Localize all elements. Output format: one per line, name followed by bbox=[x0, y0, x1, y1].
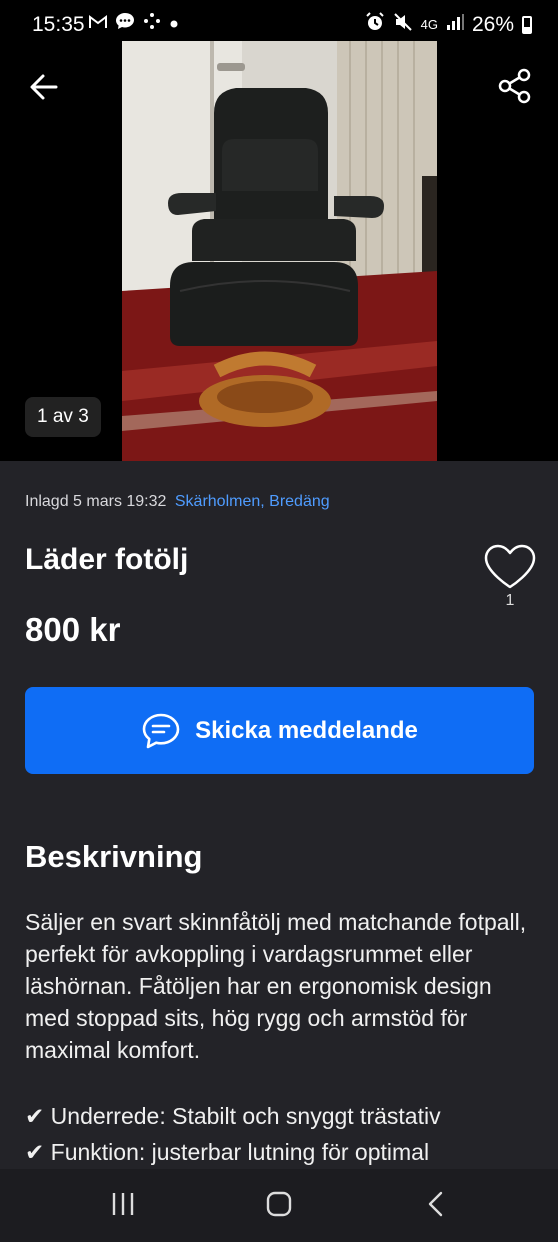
send-message-button[interactable]: Skicka meddelande bbox=[25, 687, 534, 774]
favorite-button[interactable] bbox=[483, 543, 537, 591]
listing-photo[interactable] bbox=[122, 41, 437, 461]
arrow-left-icon bbox=[30, 74, 58, 100]
share-button[interactable] bbox=[496, 67, 534, 105]
image-counter: 1 av 3 bbox=[25, 397, 101, 437]
feature-list: ✔ Underrede: Stabilt och snyggt trästati… bbox=[25, 1098, 550, 1169]
chat-bubble-icon bbox=[115, 12, 135, 36]
battery-icon bbox=[522, 15, 532, 34]
alarm-icon bbox=[365, 12, 385, 37]
battery-percent: 26% bbox=[471, 12, 514, 36]
share-icon bbox=[498, 68, 531, 104]
description-heading: Beskrivning bbox=[25, 839, 203, 874]
home-icon bbox=[266, 1191, 292, 1217]
dot-icon bbox=[169, 13, 179, 35]
description-text: Säljer en svart skinnfåtölj med matchand… bbox=[25, 909, 527, 1063]
send-message-label: Skicka meddelande bbox=[195, 716, 418, 744]
posted-date: Inlagd 5 mars 19:32 bbox=[25, 493, 167, 510]
system-icons: 4G 26% bbox=[365, 12, 532, 37]
home-button[interactable] bbox=[266, 1191, 292, 1217]
heart-icon bbox=[484, 544, 536, 589]
recent-apps-button[interactable] bbox=[110, 1191, 136, 1217]
system-nav-bar bbox=[0, 1169, 558, 1242]
location-link[interactable]: Skärholmen, Bredäng bbox=[175, 493, 330, 510]
signal-icon bbox=[446, 13, 464, 36]
system-back-button[interactable] bbox=[425, 1191, 447, 1217]
listing-price: 800 kr bbox=[25, 611, 121, 648]
listing-title: Läder fotölj bbox=[25, 543, 189, 576]
notification-icons bbox=[89, 12, 179, 36]
network-type: 4G bbox=[420, 17, 438, 32]
favorite-count: 1 bbox=[505, 592, 515, 609]
message-bubble-icon bbox=[142, 713, 180, 748]
feature-item: ✔ Underrede: Stabilt och snyggt trästati… bbox=[25, 1103, 441, 1129]
dots-icon bbox=[143, 12, 161, 36]
chevron-left-icon bbox=[428, 1191, 443, 1217]
image-gallery[interactable]: 1 av 3 bbox=[0, 41, 558, 461]
recent-apps-icon bbox=[112, 1193, 134, 1215]
back-button[interactable] bbox=[26, 69, 62, 105]
listing-meta: Inlagd 5 mars 19:32 Skärholmen, Bredäng bbox=[25, 493, 330, 511]
status-time: 15:35 bbox=[32, 13, 85, 36]
listing-details: Inlagd 5 mars 19:32 Skärholmen, Bredäng … bbox=[0, 461, 558, 1169]
gmail-icon bbox=[89, 13, 107, 35]
feature-item: ✔ Funktion: justerbar lutning för optima… bbox=[25, 1139, 430, 1165]
mute-icon bbox=[393, 12, 413, 37]
